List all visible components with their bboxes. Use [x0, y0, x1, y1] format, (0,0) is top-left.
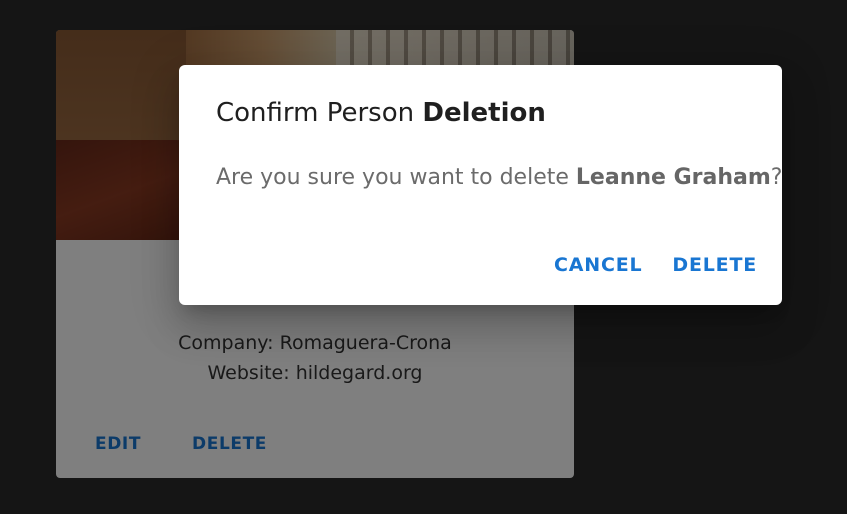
dialog-title-prefix: Confirm Person — [216, 98, 415, 128]
confirm-delete-dialog: Confirm Person Deletion Are you sure you… — [179, 65, 782, 305]
dialog-message-suffix: ? — [770, 165, 783, 190]
dialog-message: Are you sure you want to delete Leanne G… — [216, 163, 782, 193]
app-root: Company: Romaguera-Crona Website: hildeg… — [0, 0, 847, 514]
dialog-title: Confirm Person Deletion — [216, 95, 546, 131]
dialog-actions: CANCEL DELETE — [546, 250, 765, 280]
confirm-delete-button[interactable]: DELETE — [664, 250, 765, 280]
dialog-message-prefix: Are you sure you want to delete — [216, 165, 569, 190]
dialog-title-emphasis: Deletion — [422, 98, 546, 128]
dialog-message-name: Leanne Graham — [575, 165, 771, 190]
cancel-button[interactable]: CANCEL — [546, 250, 650, 280]
